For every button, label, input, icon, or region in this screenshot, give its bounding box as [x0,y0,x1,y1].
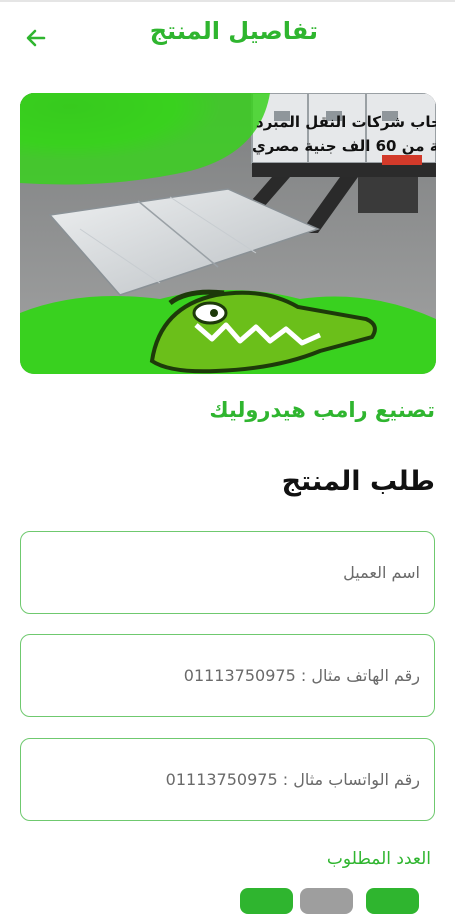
product-name: تصنيع رامب هيدروليك [209,398,435,422]
page-title: تفاصيل المنتج [149,17,318,45]
customer-name-field[interactable] [20,531,435,614]
customer-name-input[interactable] [21,532,434,613]
quantity-decrease-button[interactable] [240,888,293,914]
banner-headline-2: بداية من 60 الف جنية مصري [252,137,436,156]
product-image-art: لأصحاب شركات النقل المبرد بداية من 60 ال… [20,93,436,374]
arrow-left-icon [26,29,46,47]
app-bar: تفاصيل المنتج [0,0,455,72]
quantity-value-box [300,888,353,914]
phone-input[interactable] [21,635,434,716]
product-image[interactable]: لأصحاب شركات النقل المبرد بداية من 60 ال… [20,93,436,374]
back-button[interactable] [14,20,58,56]
phone-field[interactable] [20,634,435,717]
whatsapp-input[interactable] [21,739,434,820]
quantity-increase-button[interactable] [366,888,419,914]
quantity-stepper [0,888,455,914]
banner-headline-1: لأصحاب شركات النقل المبرد [256,113,436,131]
order-section-title: طلب المنتج [281,466,435,497]
whatsapp-field[interactable] [20,738,435,821]
quantity-label: العدد المطلوب [326,849,431,869]
